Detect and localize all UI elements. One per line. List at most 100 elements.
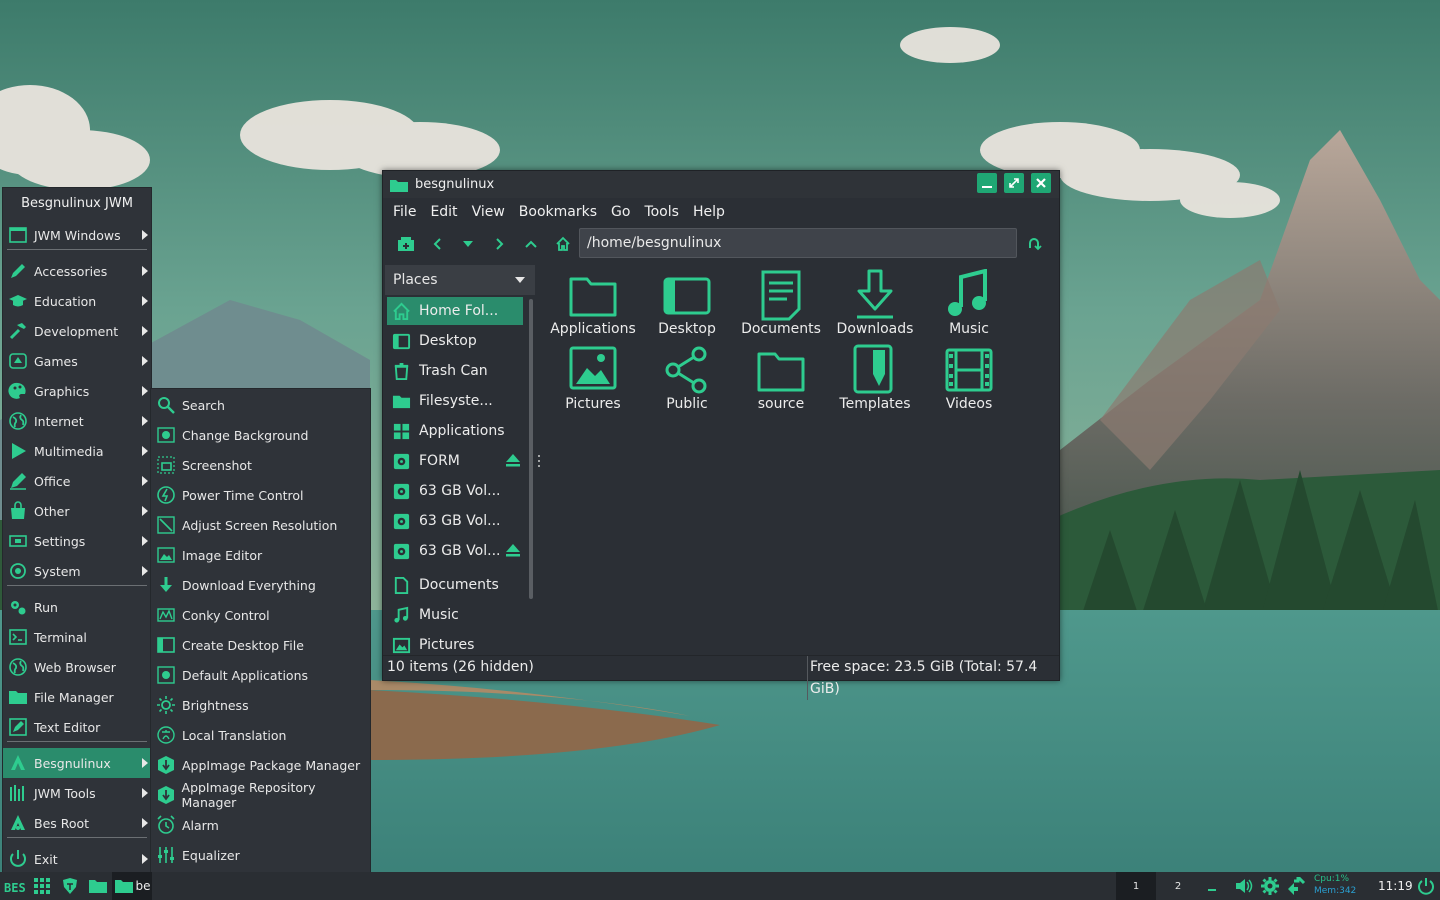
gears-icon	[11, 601, 26, 615]
file-item-documents[interactable]: Documents	[735, 269, 827, 343]
menu-item-other[interactable]: Other	[3, 496, 151, 526]
beslogo-icon-wrap	[7, 752, 29, 774]
eject-button[interactable]	[505, 543, 521, 561]
file-item-source[interactable]: source	[735, 344, 827, 418]
place-trash-can[interactable]: Trash Can	[387, 357, 523, 385]
history-dropdown-button[interactable]	[455, 232, 481, 256]
submenu-arrow-icon	[142, 476, 148, 486]
menu-item-web-browser[interactable]: Web Browser	[3, 652, 151, 682]
menu-item-internet[interactable]: Internet	[3, 406, 151, 436]
go-button[interactable]	[1021, 232, 1047, 256]
submenu-item-appimage-package-manager[interactable]: AppImage Package Manager	[151, 750, 370, 780]
submenu-item-brightness[interactable]: Brightness	[151, 690, 370, 720]
desktop-2-button[interactable]: 2	[1158, 872, 1198, 900]
submenu-item-download-everything[interactable]: Download Everything	[151, 570, 370, 600]
place-applications[interactable]: Applications	[387, 417, 523, 445]
submenu-item-local-translation[interactable]: Local Translation	[151, 720, 370, 750]
places-header[interactable]: Places	[385, 265, 535, 295]
place-63-gb-vol[interactable]: 63 GB Vol...	[387, 537, 523, 565]
place-home-fol[interactable]: Home Fol...	[387, 297, 523, 325]
menu-item-settings[interactable]: Settings	[3, 526, 151, 556]
file-item-templates[interactable]: Templates	[829, 344, 921, 418]
maximize-button[interactable]	[1004, 173, 1024, 193]
up-button[interactable]	[518, 232, 544, 256]
menu-item-jwm-tools[interactable]: JWM Tools	[3, 778, 151, 808]
settings-button[interactable]	[1258, 872, 1282, 900]
menu-item-file-manager[interactable]: File Manager	[3, 682, 151, 712]
menu-item-terminal[interactable]: Terminal	[3, 622, 151, 652]
menu-item-run[interactable]: Run	[3, 592, 151, 622]
submenu-item-adjust-screen-resolution[interactable]: Adjust Screen Resolution	[151, 510, 370, 540]
menu-item-jwm-windows[interactable]: JWM Windows	[3, 220, 151, 250]
menu-item-games[interactable]: Games	[3, 346, 151, 376]
file-item-downloads[interactable]: Downloads	[829, 269, 921, 343]
menu-item-bes-root[interactable]: Bes Root	[3, 808, 151, 838]
submenu-item-alarm[interactable]: Alarm	[151, 810, 370, 840]
menu-item-office[interactable]: Office	[3, 466, 151, 496]
menu-item-development[interactable]: Development	[3, 316, 151, 346]
menu-item-exit[interactable]: Exit	[3, 844, 151, 874]
desktop-1-button[interactable]: 1	[1116, 872, 1156, 900]
place-desktop[interactable]: Desktop	[387, 327, 523, 355]
menu-item-text-editor[interactable]: Text Editor	[3, 712, 151, 742]
minimize-button[interactable]	[977, 173, 997, 193]
submenu-item-screenshot[interactable]: Screenshot	[151, 450, 370, 480]
menu-tools[interactable]: Tools	[644, 204, 679, 220]
submenu-item-equalizer[interactable]: Equalizer	[151, 840, 370, 870]
back-button[interactable]	[425, 232, 451, 256]
menu-item-besgnulinux[interactable]: Besgnulinux	[3, 748, 151, 778]
place-music[interactable]: Music	[387, 601, 523, 629]
menu-go[interactable]: Go	[611, 204, 630, 220]
submenu-item-change-background[interactable]: Change Background	[151, 420, 370, 450]
file-item-public[interactable]: Public	[641, 344, 733, 418]
browser-launcher[interactable]	[58, 872, 82, 900]
file-item-videos[interactable]: Videos	[923, 344, 1015, 418]
file-item-desktop[interactable]: Desktop	[641, 269, 733, 343]
file-item-pictures[interactable]: Pictures	[547, 344, 639, 418]
submenu-item-conky-control[interactable]: Conky Control	[151, 600, 370, 630]
menu-item-multimedia[interactable]: Multimedia	[3, 436, 151, 466]
window-titlebar[interactable]: besgnulinux	[383, 171, 1059, 198]
place-filesyste[interactable]: Filesyste...	[387, 387, 523, 415]
menu-item-graphics[interactable]: Graphics	[3, 376, 151, 406]
menu-bookmarks[interactable]: Bookmarks	[519, 204, 597, 220]
place-63-gb-vol[interactable]: 63 GB Vol...	[387, 507, 523, 535]
place-form[interactable]: FORM	[387, 447, 523, 475]
power-button[interactable]	[1414, 872, 1438, 900]
file-item-applications[interactable]: Applications	[547, 269, 639, 343]
drive-icon	[393, 453, 409, 469]
new-tab-button[interactable]	[393, 232, 419, 256]
minimize-all-button[interactable]	[1202, 872, 1222, 900]
sidebar-scrollbar[interactable]	[529, 299, 533, 599]
place-label: Applications	[419, 423, 505, 439]
clock[interactable]: 11:19	[1378, 872, 1413, 900]
submenu-item-image-editor[interactable]: Image Editor	[151, 540, 370, 570]
drive-icon	[393, 513, 409, 529]
menu-item-education[interactable]: Education	[3, 286, 151, 316]
file-manager-launcher[interactable]	[86, 872, 110, 900]
menu-view[interactable]: View	[472, 204, 505, 220]
app-grid-button[interactable]	[30, 872, 54, 900]
network-button[interactable]	[1284, 872, 1308, 900]
menu-item-accessories[interactable]: Accessories	[3, 256, 151, 286]
submenu-item-power-time-control[interactable]: Power Time Control	[151, 480, 370, 510]
submenu-item-default-applications[interactable]: Default Applications	[151, 660, 370, 690]
close-button[interactable]	[1031, 173, 1051, 193]
eject-button[interactable]	[505, 453, 521, 471]
start-menu-button[interactable]: BES	[2, 872, 30, 900]
submenu-item-appimage-repository-manager[interactable]: AppImage Repository Manager	[151, 780, 370, 810]
task-file-manager[interactable]: be	[112, 872, 152, 900]
forward-button[interactable]	[486, 232, 512, 256]
home-button[interactable]	[550, 232, 576, 256]
file-item-music[interactable]: Music	[923, 269, 1015, 343]
menu-edit[interactable]: Edit	[430, 204, 457, 220]
place-documents[interactable]: Documents	[387, 571, 523, 599]
menu-file[interactable]: File	[393, 204, 416, 220]
submenu-item-create-desktop-file[interactable]: Create Desktop File	[151, 630, 370, 660]
volume-button[interactable]	[1232, 872, 1256, 900]
submenu-item-search[interactable]: Search	[151, 390, 370, 420]
path-bar[interactable]: /home/besgnulinux	[579, 228, 1017, 258]
menu-help[interactable]: Help	[693, 204, 725, 220]
place-63-gb-vol[interactable]: 63 GB Vol...	[387, 477, 523, 505]
menu-item-system[interactable]: System	[3, 556, 151, 586]
